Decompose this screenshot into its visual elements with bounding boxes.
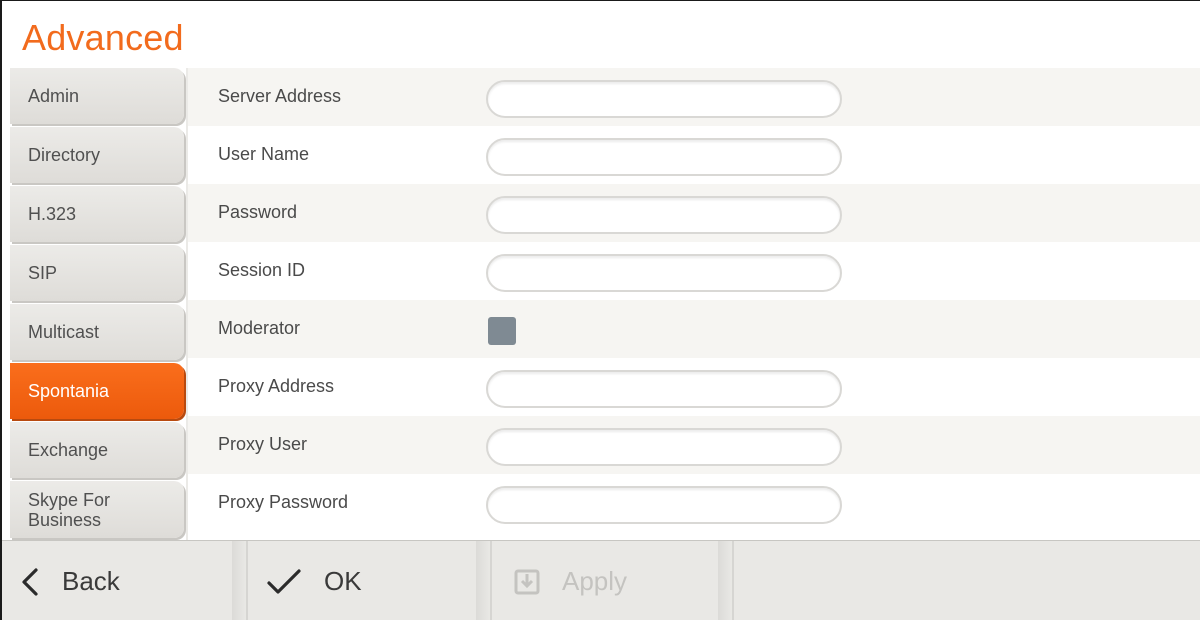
sidebar-item-label: Multicast	[28, 321, 100, 342]
sidebar-item-label: Directory	[28, 144, 101, 165]
form-row-password: Password	[188, 184, 1200, 242]
sidebar-item-label: Exchange	[28, 439, 109, 460]
advanced-settings-window: Advanced Admin Directory H.323 SIP Multi…	[0, 0, 1200, 620]
back-button[interactable]: Back	[20, 541, 246, 620]
sidebar-item-label: Skype For Business	[28, 490, 110, 530]
save-icon	[514, 569, 540, 595]
form-row-session-id: Session ID	[188, 242, 1200, 300]
form-row-proxy-password: Proxy Password	[188, 474, 1200, 532]
sidebar-item-label: Spontania	[28, 380, 110, 401]
proxy-password-input[interactable]	[486, 486, 842, 524]
sidebar-item-label: H.323	[28, 203, 77, 224]
user-name-input[interactable]	[486, 138, 842, 176]
server-address-input[interactable]	[486, 80, 842, 118]
back-button-label: Back	[62, 566, 120, 596]
proxy-address-input[interactable]	[486, 370, 842, 408]
proxy-user-label: Proxy User	[218, 434, 308, 454]
form-row-moderator: Moderator	[188, 300, 1200, 358]
form-row-proxy-user: Proxy User	[188, 416, 1200, 474]
apply-button-label: Apply	[562, 566, 628, 596]
session-id-input[interactable]	[486, 254, 842, 292]
toolbar-separator-shade	[476, 541, 490, 620]
moderator-checkbox[interactable]	[488, 317, 516, 345]
proxy-password-label: Proxy Password	[218, 492, 349, 512]
sidebar-item-label: SIP	[28, 262, 58, 283]
toolbar-separator	[246, 541, 248, 620]
toolbar-separator-shade	[232, 541, 246, 620]
password-label: Password	[218, 202, 298, 222]
password-input[interactable]	[486, 196, 842, 234]
user-name-label: User Name	[218, 144, 310, 164]
ok-button[interactable]: OK	[266, 541, 490, 620]
chevron-left-icon	[20, 567, 40, 597]
bottom-toolbar: Back OK Apply	[2, 540, 1200, 620]
sidebar: Admin Directory H.323 SIP Multicast Spon…	[2, 68, 184, 540]
toolbar-separator	[490, 541, 492, 620]
sidebar-item-directory[interactable]: Directory	[10, 127, 184, 183]
proxy-user-input[interactable]	[486, 428, 842, 466]
form-row-server-address: Server Address	[188, 68, 1200, 126]
sidebar-item-label-line1: Skype For	[28, 489, 111, 510]
sidebar-item-spontania[interactable]: Spontania	[10, 363, 184, 419]
server-address-label: Server Address	[218, 86, 342, 106]
title-bar: Advanced	[2, 1, 1200, 67]
form-row-user-name: User Name	[188, 126, 1200, 184]
page-title: Advanced	[22, 17, 184, 58]
sidebar-item-exchange[interactable]: Exchange	[10, 422, 184, 478]
toolbar-separator	[732, 541, 734, 620]
sidebar-item-skype-for-business[interactable]: Skype For Business	[10, 481, 184, 538]
session-id-label: Session ID	[218, 260, 306, 280]
ok-button-label: OK	[324, 566, 362, 596]
sidebar-item-multicast[interactable]: Multicast	[10, 304, 184, 360]
sidebar-item-sip[interactable]: SIP	[10, 245, 184, 301]
sidebar-item-label-line2: Business	[28, 509, 102, 530]
spontania-settings-form: Server Address User Name Password Sessio…	[188, 68, 1200, 540]
toolbar-separator-shade	[718, 541, 732, 620]
form-row-proxy-address: Proxy Address	[188, 358, 1200, 416]
moderator-label: Moderator	[218, 318, 301, 338]
checkmark-icon	[266, 568, 302, 596]
sidebar-item-h323[interactable]: H.323	[10, 186, 184, 242]
proxy-address-label: Proxy Address	[218, 376, 335, 396]
sidebar-item-label: Admin	[28, 85, 80, 106]
sidebar-item-admin[interactable]: Admin	[10, 68, 184, 124]
apply-button[interactable]: Apply	[514, 541, 732, 620]
